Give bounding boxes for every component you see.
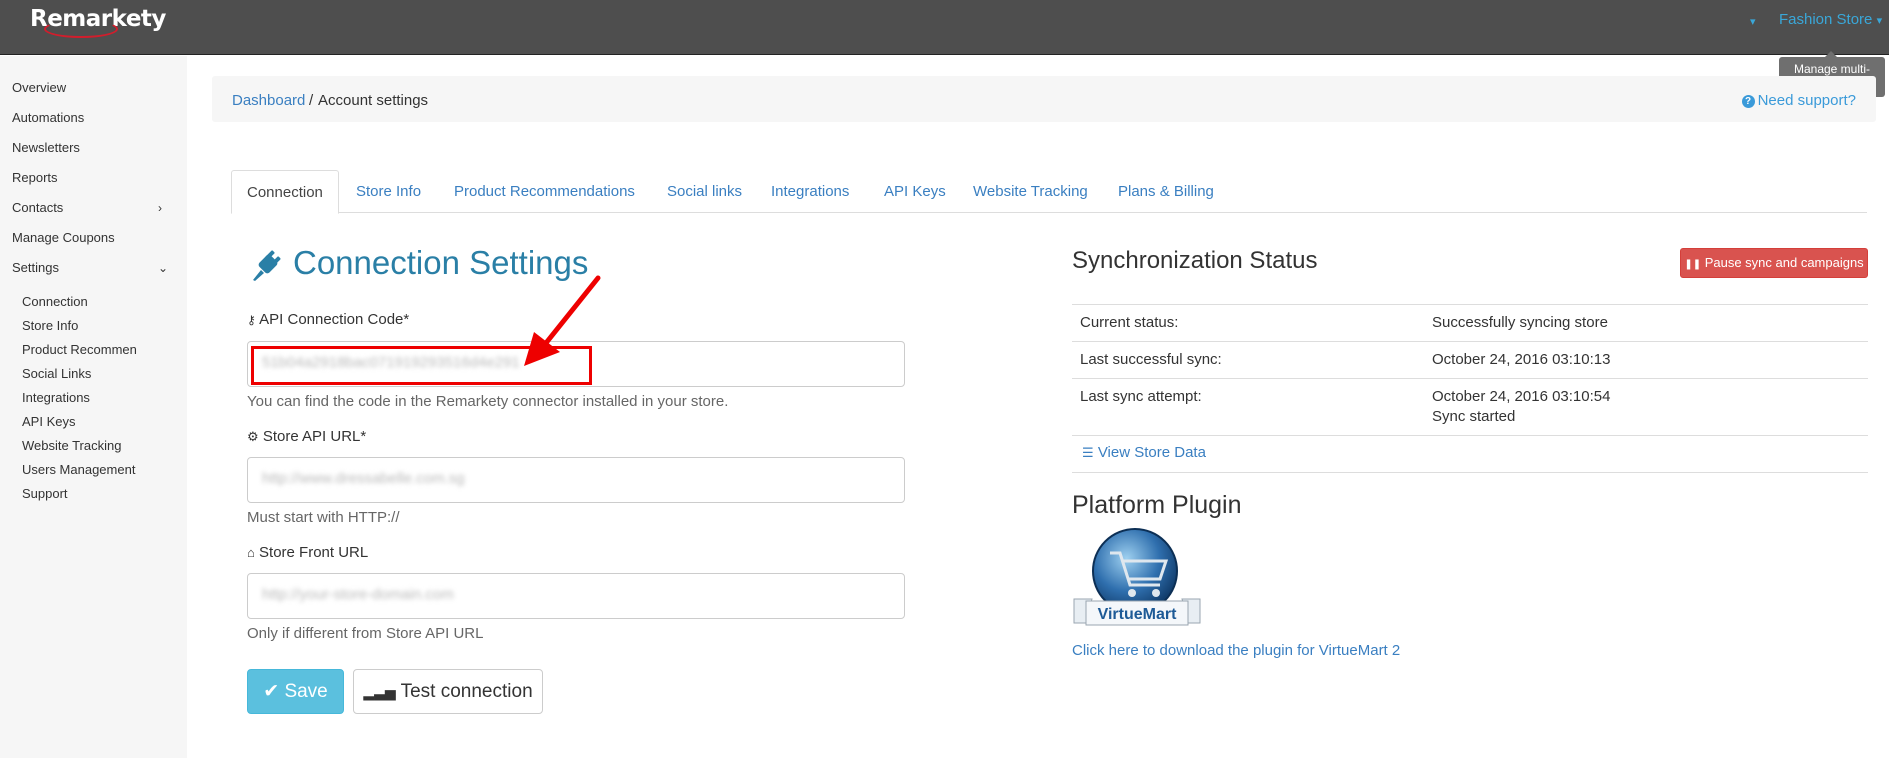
pause-sync-label: Pause sync and campaigns xyxy=(1704,255,1864,270)
sidebar-sub-connection[interactable]: Connection xyxy=(22,294,137,309)
sync-key: Current status: xyxy=(1080,314,1179,331)
api-code-label-text: API Connection Code* xyxy=(259,311,410,328)
view-store-data-link[interactable]: ☰ View Store Data xyxy=(1082,444,1206,461)
signal-icon: ▂▃▅ xyxy=(363,684,396,700)
sidebar-sub-support[interactable]: Support xyxy=(22,486,137,501)
home-icon: ⌂ xyxy=(247,545,255,560)
store-front-url-placeholder: http://your-store-domain.com xyxy=(262,586,454,603)
sync-value-secondary: Sync started xyxy=(1432,408,1516,425)
save-button[interactable]: ✔ Save xyxy=(247,669,344,714)
annotation-arrow xyxy=(524,275,601,366)
sidebar-sub-store-info[interactable]: Store Info xyxy=(22,318,137,333)
download-plugin-link[interactable]: Click here to download the plugin for Vi… xyxy=(1072,642,1400,659)
sync-status-title: Synchronization Status xyxy=(1072,247,1318,274)
key-icon: ⚷ xyxy=(247,313,256,327)
virtuemart-logo[interactable]: VirtueMart xyxy=(1072,527,1202,631)
sync-row-last-success: Last successful sync: October 24, 2016 0… xyxy=(1072,341,1868,372)
save-button-label: Save xyxy=(284,681,328,702)
sync-value: October 24, 2016 03:10:54 xyxy=(1432,388,1611,405)
virtuemart-logo-text: VirtueMart xyxy=(1098,606,1178,623)
sidebar-item-settings[interactable]: Settings xyxy=(12,260,59,275)
tab-product-recommendations[interactable]: Product Recommendations xyxy=(454,170,635,213)
sync-row-last-attempt: Last sync attempt: October 24, 2016 03:1… xyxy=(1072,378,1868,435)
sidebar-item-automations[interactable]: Automations xyxy=(12,110,84,125)
platform-plugin-title: Platform Plugin xyxy=(1072,491,1242,519)
database-icon: ☰ xyxy=(1082,445,1094,460)
tab-store-info[interactable]: Store Info xyxy=(356,170,421,213)
view-store-data-label: View Store Data xyxy=(1097,444,1206,461)
logo-swoosh xyxy=(44,20,118,38)
breadcrumb: Dashboard / Account settings ? Need suppo… xyxy=(212,76,1876,122)
tab-integrations[interactable]: Integrations xyxy=(771,170,849,213)
pause-icon: ❚❚ xyxy=(1684,259,1702,270)
breadcrumb-separator: / xyxy=(309,92,314,109)
tab-plans-billing[interactable]: Plans & Billing xyxy=(1118,170,1214,213)
sync-value: Successfully syncing store xyxy=(1432,314,1608,331)
store-front-label: ⌂ Store Front URL xyxy=(247,544,368,561)
need-support-label: Need support? xyxy=(1757,92,1856,109)
sync-row-current-status: Current status: Successfully syncing sto… xyxy=(1072,304,1868,335)
store-api-label: ⚙ Store API URL* xyxy=(247,428,366,445)
plug-icon xyxy=(253,250,281,281)
store-api-url-input[interactable]: http://www.dressabelle.com.sg xyxy=(247,457,905,503)
sidebar-item-reports[interactable]: Reports xyxy=(12,170,58,185)
store-caret-icon[interactable]: ▾ xyxy=(1750,15,1756,28)
cogs-icon: ⚙ xyxy=(247,429,259,444)
store-front-label-text: Store Front URL xyxy=(259,544,369,561)
chevron-right-icon[interactable]: › xyxy=(158,201,162,215)
store-switcher[interactable]: Fashion Store ▾ xyxy=(1779,11,1882,28)
sidebar-sub-social-links[interactable]: Social Links xyxy=(22,366,137,381)
api-code-label: ⚷ API Connection Code* xyxy=(247,311,409,328)
sync-table-bottom xyxy=(1072,472,1868,473)
top-navbar: Remarkety ▾ Fashion Store ▾ xyxy=(0,0,1889,55)
sidebar-item-manage-coupons[interactable]: Manage Coupons xyxy=(12,230,115,245)
sidebar-sub-api-keys[interactable]: API Keys xyxy=(22,414,137,429)
breadcrumb-current: Account settings xyxy=(318,92,429,109)
tab-connection[interactable]: Connection xyxy=(231,170,339,214)
api-code-help: You can find the code in the Remarkety c… xyxy=(247,393,729,410)
chevron-down-icon[interactable]: ⌄ xyxy=(158,261,168,275)
sync-key: Last sync attempt: xyxy=(1080,388,1202,405)
store-api-help: Must start with HTTP:// xyxy=(247,509,400,526)
store-api-label-text: Store API URL* xyxy=(262,428,367,445)
test-connection-button[interactable]: ▂▃▅ Test connection xyxy=(353,669,543,714)
sidebar-sub-users-management[interactable]: Users Management xyxy=(22,462,137,477)
breadcrumb-dashboard-link[interactable]: Dashboard xyxy=(232,92,305,109)
sidebar-item-contacts[interactable]: Contacts xyxy=(12,200,63,215)
store-name: Fashion Store xyxy=(1779,11,1873,28)
tab-api-keys[interactable]: API Keys xyxy=(884,170,946,213)
check-icon: ✔ xyxy=(263,681,280,702)
sidebar-item-overview[interactable]: Overview xyxy=(12,80,66,95)
pause-sync-button[interactable]: ❚❚ Pause sync and campaigns xyxy=(1680,248,1868,278)
need-support-link[interactable]: ? Need support? xyxy=(1741,92,1856,109)
question-circle-icon: ? xyxy=(1741,95,1755,108)
store-front-help: Only if different from Store API URL xyxy=(247,625,484,642)
sync-value: October 24, 2016 03:10:13 xyxy=(1432,351,1611,368)
tab-website-tracking[interactable]: Website Tracking xyxy=(973,170,1088,213)
settings-tabs: Connection Store Info Product Recommenda… xyxy=(231,170,1867,214)
store-front-url-input[interactable]: http://your-store-domain.com xyxy=(247,573,905,619)
test-connection-label: Test connection xyxy=(400,681,533,702)
tab-social-links[interactable]: Social links xyxy=(667,170,742,213)
sidebar-sub-product-recommendations[interactable]: Product Recommendations xyxy=(22,342,137,357)
store-api-url-value: http://www.dressabelle.com.sg xyxy=(262,470,465,487)
sidebar-sub-integrations[interactable]: Integrations xyxy=(22,390,137,405)
chevron-down-icon: ▾ xyxy=(1876,15,1883,27)
sidebar-item-newsletters[interactable]: Newsletters xyxy=(12,140,80,155)
sidebar-sub-website-tracking[interactable]: Website Tracking xyxy=(22,438,137,453)
sidebar: Overview Automations Newsletters Reports… xyxy=(0,56,187,758)
sync-key: Last successful sync: xyxy=(1080,351,1222,368)
